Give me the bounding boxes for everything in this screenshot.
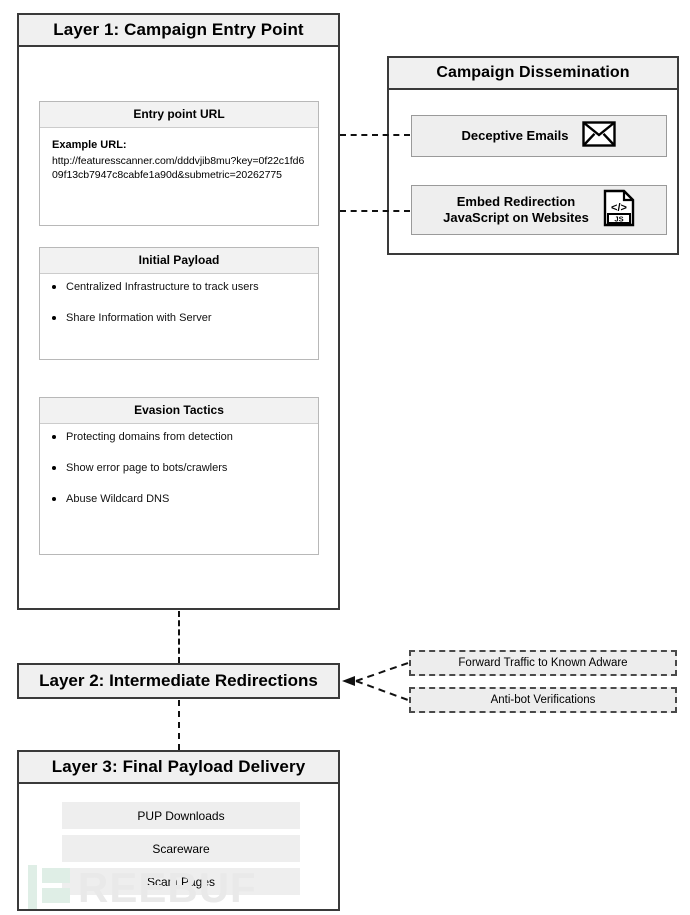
evasion-tactics-list: Protecting domains from detection Show e…	[40, 424, 318, 506]
initial-payload-card: Initial Payload Centralized Infrastructu…	[39, 247, 319, 360]
list-item: Abuse Wildcard DNS	[52, 492, 318, 506]
layer-3-title: Layer 3: Final Payload Delivery	[19, 752, 338, 784]
svg-text:</>: </>	[611, 202, 627, 214]
deceptive-emails-box: Deceptive Emails	[411, 115, 667, 157]
anti-bot-verifications-box: Anti-bot Verifications	[409, 687, 677, 713]
list-item: Centralized Infrastructure to track user…	[52, 280, 318, 294]
list-item: Protecting domains from detection	[52, 430, 318, 444]
payload-chip-label: PUP Downloads	[137, 808, 225, 823]
forward-traffic-to-known-adware-box: Forward Traffic to Known Adware	[409, 650, 677, 676]
campaign-dissemination-title: Campaign Dissemination	[389, 58, 677, 90]
payload-chip-label: Scareware	[152, 841, 210, 856]
payload-chip-scareware: Scareware	[62, 835, 300, 862]
layer-1-panel: Layer 1: Campaign Entry Point Entry poin…	[17, 13, 340, 610]
embed-label-line-2: JavaScript on Websites	[443, 210, 589, 225]
envelope-icon	[582, 120, 617, 152]
layer-2-title: Layer 2: Intermediate Redirections	[39, 671, 318, 690]
payload-chip-scam-pages: Scam Pages	[62, 868, 300, 895]
embed-label-line-1: Embed Redirection	[456, 194, 576, 209]
initial-payload-card-title: Initial Payload	[40, 248, 318, 274]
deceptive-emails-label: Deceptive Emails	[461, 128, 569, 143]
layer-1-title: Layer 1: Campaign Entry Point	[19, 15, 338, 47]
connector-layer-1-to-layer-2	[178, 611, 180, 663]
list-item: Share Information with Server	[52, 311, 318, 325]
javascript-file-icon: </> JS	[603, 189, 635, 232]
example-url-label: Example URL:	[52, 139, 127, 151]
anti-bot-label: Anti-bot Verifications	[490, 694, 596, 706]
entry-point-url-card-body: Example URL: http://featuresscanner.com/…	[40, 128, 318, 190]
entry-point-url-card: Entry point URL Example URL: http://feat…	[39, 101, 319, 226]
embed-redirection-javascript-box: Embed Redirection JavaScript on Websites…	[411, 185, 667, 235]
example-url-value: http://featuresscanner.com/dddvjib8mu?ke…	[52, 155, 305, 181]
evasion-tactics-card-title: Evasion Tactics	[40, 398, 318, 424]
connector-layer-2-to-layer-3	[178, 700, 180, 750]
campaign-dissemination-panel: Campaign Dissemination Deceptive Emails …	[387, 56, 679, 255]
initial-payload-list: Centralized Infrastructure to track user…	[40, 274, 318, 325]
evasion-tactics-card: Evasion Tactics Protecting domains from …	[39, 397, 319, 555]
payload-chip-label: Scam Pages	[146, 874, 216, 889]
embed-redirection-javascript-label: Embed Redirection JavaScript on Websites	[443, 194, 589, 226]
svg-text:JS: JS	[614, 214, 623, 223]
list-item: Show error page to bots/crawlers	[52, 461, 318, 475]
layer-2-panel: Layer 2: Intermediate Redirections	[17, 663, 340, 699]
entry-point-url-card-title: Entry point URL	[40, 102, 318, 128]
connector-layer-2-branches	[342, 662, 409, 701]
connector-entry-to-deceptive-emails	[340, 134, 410, 136]
forward-traffic-label: Forward Traffic to Known Adware	[458, 657, 628, 669]
connector-entry-to-embed-js	[340, 210, 410, 212]
layer-3-panel: Layer 3: Final Payload Delivery PUP Down…	[17, 750, 340, 911]
payload-chip-pup-downloads: PUP Downloads	[62, 802, 300, 829]
